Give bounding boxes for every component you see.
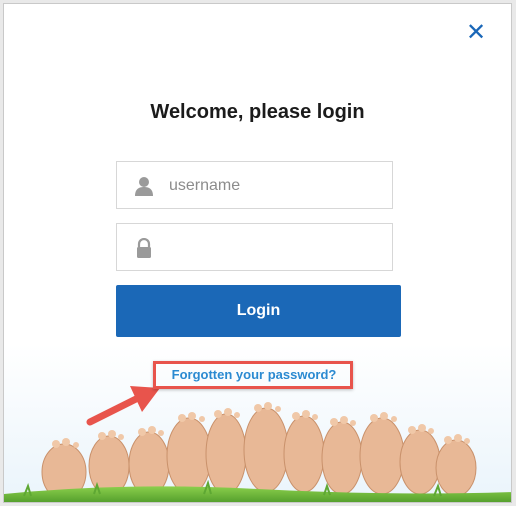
annotation-arrow <box>86 386 160 426</box>
forgot-password-link[interactable]: Forgotten your password? <box>164 367 344 382</box>
username-field[interactable] <box>116 161 393 210</box>
dialog-title: Welcome, please login <box>150 101 365 123</box>
lock-icon <box>137 238 151 258</box>
close-icon[interactable]: ✕ <box>465 21 487 45</box>
login-dialog: ✕ Welcome, please login Login <box>3 3 512 503</box>
password-input[interactable] <box>167 224 391 272</box>
login-button[interactable]: Login <box>116 285 401 337</box>
user-icon <box>135 177 153 196</box>
password-field[interactable] <box>116 223 393 272</box>
username-input[interactable] <box>167 162 391 210</box>
